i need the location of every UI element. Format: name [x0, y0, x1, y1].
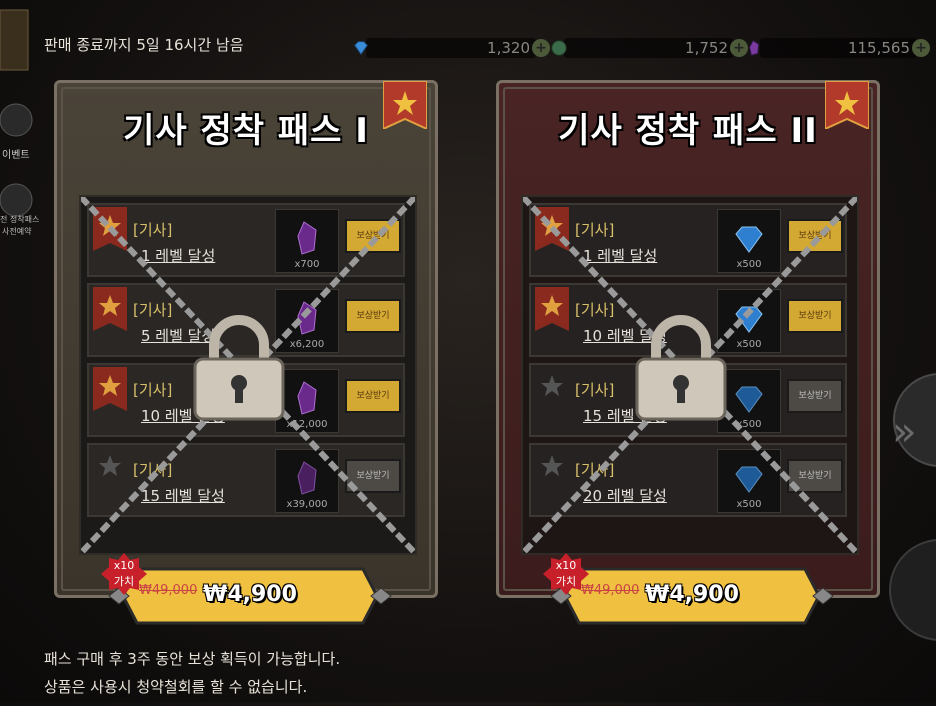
- reward-quantity: x700: [294, 259, 320, 270]
- value-badge: x10 가치: [543, 553, 589, 595]
- claim-button[interactable]: 보상받기: [345, 459, 401, 493]
- level-requirement: 20 레벨 달성: [583, 487, 667, 505]
- blue-gem-icon: [735, 466, 763, 493]
- sale-price: ₩4,900: [203, 582, 297, 607]
- sale-end-countdown: 판매 종료까지 5일 16시간 남음: [44, 36, 244, 54]
- left-sidebar-art: [0, 9, 33, 217]
- level-requirement: 1 레벨 달성: [583, 247, 658, 265]
- footer-note-duration: 패스 구매 후 3주 동안 보상 획득이 가능합니다.: [44, 650, 341, 668]
- blue-gem-icon: [735, 386, 763, 413]
- star-badge-icon: [93, 207, 127, 251]
- pass-title: 기사 정착 패스 II: [558, 111, 818, 151]
- currency-gem: 1,320 +: [352, 36, 550, 60]
- level-requirement: 1 레벨 달성: [141, 247, 216, 265]
- reward-item: x500: [717, 209, 781, 273]
- left-sidebar: 이벤트 전 정착패스 사전예약: [0, 0, 40, 702]
- sale-price: ₩4,900: [645, 582, 739, 607]
- purple-crystal-icon: [749, 40, 760, 56]
- claim-button[interactable]: 보상받기: [345, 379, 401, 413]
- star-badge-icon: [93, 367, 127, 411]
- star-badge-icon: [535, 287, 569, 331]
- padlock-icon: [635, 315, 727, 421]
- class-tag: [기사]: [133, 221, 173, 239]
- right-sidebar: »: [880, 0, 936, 702]
- class-tag: [기사]: [133, 381, 173, 399]
- currency-coin: 1,752 +: [550, 36, 748, 60]
- reward-item: x39,000: [275, 449, 339, 513]
- footer-note-refund: 상품은 사용시 청약철회를 할 수 없습니다.: [44, 678, 308, 696]
- coin-amount: 1,752: [564, 38, 734, 58]
- pass-title: 기사 정착 패스 I: [123, 111, 369, 151]
- claim-button[interactable]: 보상받기: [345, 299, 401, 333]
- reward-quantity: x500: [736, 499, 762, 510]
- reward-item: x500: [717, 449, 781, 513]
- svg-text:»: »: [892, 409, 916, 455]
- class-tag: [기사]: [575, 221, 615, 239]
- badge-value-label: 가치: [555, 575, 577, 588]
- pass-panel-2: 기사 정착 패스 II [기사] 1 레벨 달성 x500 보상받기 [기사] …: [496, 80, 880, 625]
- reward-quantity: x39,000: [286, 499, 328, 510]
- star-badge-icon: [535, 207, 569, 251]
- claim-button[interactable]: 보상받기: [345, 219, 401, 253]
- class-tag: [기사]: [575, 381, 615, 399]
- buy-button[interactable]: ₩49,000 ₩4,900 x10 가치: [543, 553, 835, 625]
- purple-crystal-icon: [297, 461, 317, 495]
- badge-value-label: 가치: [113, 575, 135, 588]
- crystal-amount: 115,565: [760, 38, 916, 58]
- reward-row: [기사] 20 레벨 달성 x500 보상받기: [529, 443, 847, 517]
- reward-item: x700: [275, 209, 339, 273]
- buy-button[interactable]: ₩49,000 ₩4,900 x10 가치: [101, 553, 393, 625]
- event-label[interactable]: 이벤트: [2, 146, 30, 161]
- badge-multiplier: x10: [555, 559, 577, 572]
- reward-row: [기사] 15 레벨 달성 x39,000 보상받기: [87, 443, 405, 517]
- class-tag: [기사]: [575, 461, 615, 479]
- badge-multiplier: x10: [113, 559, 135, 572]
- sidebar-menu-label-2[interactable]: 사전예약: [2, 226, 31, 237]
- reward-row: [기사] 1 레벨 달성 x700 보상받기: [87, 203, 405, 277]
- claim-button[interactable]: 보상받기: [787, 299, 843, 333]
- level-requirement: 15 레벨 달성: [141, 487, 225, 505]
- grey-star-icon: [541, 455, 563, 476]
- reward-quantity: x500: [736, 259, 762, 270]
- purple-crystal-icon: [297, 301, 317, 335]
- sidebar-menu-label-1[interactable]: 전 정착패스: [0, 214, 39, 225]
- blue-gem-icon: [354, 41, 368, 56]
- add-crystal-button[interactable]: +: [912, 39, 930, 57]
- purple-crystal-icon: [297, 221, 317, 255]
- class-tag: [기사]: [575, 301, 615, 319]
- currency-crystal: 115,565 +: [746, 36, 930, 60]
- reward-list: [기사] 1 레벨 달성 x700 보상받기 [기사] 5 레벨 달성 x6,2…: [79, 195, 417, 555]
- star-badge-icon: [93, 287, 127, 331]
- claim-button[interactable]: 보상받기: [787, 379, 843, 413]
- add-gem-button[interactable]: +: [532, 39, 550, 57]
- purple-crystal-icon: [297, 381, 317, 415]
- blue-gem-icon: [735, 306, 763, 333]
- reward-list: [기사] 1 레벨 달성 x500 보상받기 [기사] 10 레벨 달성 x50…: [521, 195, 859, 555]
- blue-gem-icon: [735, 226, 763, 253]
- padlock-icon: [193, 315, 285, 421]
- reward-row: [기사] 1 레벨 달성 x500 보상받기: [529, 203, 847, 277]
- grey-star-icon: [541, 375, 563, 396]
- grey-star-icon: [99, 455, 121, 476]
- green-coin-icon: [551, 40, 567, 56]
- claim-button[interactable]: 보상받기: [787, 219, 843, 253]
- value-badge: x10 가치: [101, 553, 147, 595]
- class-tag: [기사]: [133, 301, 173, 319]
- right-sidebar-art: »: [889, 373, 936, 641]
- pass-panel-1: 기사 정착 패스 I [기사] 1 레벨 달성 x700 보상받기 [기사] 5…: [54, 80, 438, 625]
- claim-button[interactable]: 보상받기: [787, 459, 843, 493]
- class-tag: [기사]: [133, 461, 173, 479]
- gem-amount: 1,320: [366, 38, 536, 58]
